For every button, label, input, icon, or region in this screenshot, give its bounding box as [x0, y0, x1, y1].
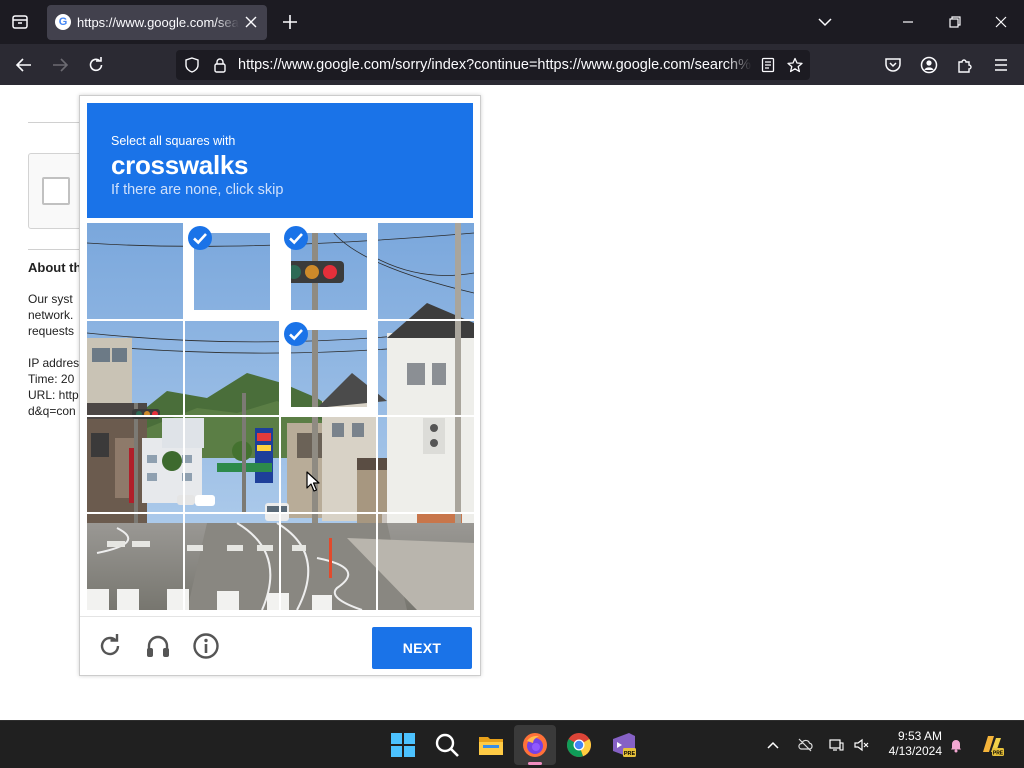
captcha-tile[interactable]	[184, 416, 281, 513]
windows-start-icon[interactable]	[389, 731, 417, 759]
captcha-tile[interactable]	[87, 320, 184, 417]
navigation-toolbar: https://www.google.com/sorry/index?conti…	[0, 44, 1024, 85]
search-icon[interactable]	[433, 731, 461, 759]
browser-tab-bar: G https://www.google.com/search	[0, 0, 1024, 44]
account-icon[interactable]	[919, 55, 939, 75]
captcha-tile[interactable]	[87, 513, 184, 610]
captcha-tile[interactable]	[377, 320, 474, 417]
captcha-footer: NEXT	[80, 616, 480, 676]
reader-view-icon[interactable]	[760, 57, 776, 73]
taskbar-active-indicator	[528, 762, 542, 765]
close-tab-icon[interactable]	[243, 14, 259, 30]
notification-bell-icon[interactable]	[948, 737, 964, 753]
captcha-target: crosswalks	[111, 150, 249, 180]
volume-muted-icon[interactable]	[853, 737, 869, 753]
address-bar[interactable]: https://www.google.com/sorry/index?conti…	[176, 50, 810, 80]
headphones-icon[interactable]	[144, 632, 172, 660]
info-line: IP addres	[28, 356, 80, 370]
pocket-icon[interactable]	[883, 55, 903, 75]
firefox-icon[interactable]	[521, 731, 549, 759]
close-window-icon[interactable]	[993, 14, 1009, 30]
paragraph-line: requests	[28, 324, 75, 338]
captcha-instruction: Select all squares with	[111, 134, 236, 148]
url-text[interactable]: https://www.google.com/sorry/index?conti…	[238, 57, 752, 73]
paragraph-line: Our syst	[28, 292, 73, 306]
chrome-icon[interactable]	[565, 731, 593, 759]
restore-icon[interactable]	[947, 14, 963, 30]
clock-date: 4/13/2024	[888, 744, 942, 758]
paragraph-line: network.	[28, 308, 74, 322]
captcha-tile[interactable]	[281, 416, 378, 513]
captcha-tile[interactable]	[87, 223, 184, 320]
info-icon[interactable]	[192, 632, 220, 660]
check-icon	[284, 322, 308, 346]
recaptcha-checkbox[interactable]	[42, 177, 70, 205]
new-tab-icon[interactable]	[280, 12, 300, 32]
onedrive-offline-icon[interactable]	[797, 737, 813, 753]
reload-icon[interactable]	[96, 632, 124, 660]
info-line[interactable]: URL: http	[28, 387, 79, 403]
clock-time: 9:53 AM	[897, 729, 942, 743]
next-button[interactable]: NEXT	[372, 627, 472, 669]
reload-page-icon[interactable]	[86, 55, 106, 75]
captcha-header: Select all squares with crosswalks If th…	[87, 103, 473, 218]
captcha-tile[interactable]	[184, 320, 281, 417]
tab-title: https://www.google.com/search	[77, 15, 239, 30]
about-heading: About th	[28, 260, 82, 275]
lock-icon[interactable]	[212, 57, 228, 73]
taskbar: PRE 9:53 AM 4/13/2024 PRE	[0, 720, 1024, 768]
minimize-icon[interactable]	[900, 14, 916, 30]
browser-tab[interactable]: G https://www.google.com/search	[47, 5, 267, 40]
captcha-tile[interactable]	[87, 416, 184, 513]
system-clock[interactable]: 9:53 AM 4/13/2024	[884, 729, 942, 759]
shield-icon[interactable]	[184, 57, 200, 73]
file-explorer-icon[interactable]	[477, 731, 505, 759]
check-icon	[188, 226, 212, 250]
captcha-tile[interactable]	[281, 513, 378, 610]
captcha-tile[interactable]	[377, 513, 474, 610]
svg-text:PRE: PRE	[993, 750, 1004, 756]
forward-icon[interactable]	[50, 55, 70, 75]
mouse-cursor-icon	[306, 471, 320, 492]
extensions-icon[interactable]	[955, 55, 975, 75]
info-line: d&q=con	[28, 404, 76, 418]
captcha-hint: If there are none, click skip	[111, 182, 284, 198]
captcha-tile[interactable]	[377, 416, 474, 513]
chevron-down-icon[interactable]	[817, 14, 833, 30]
captcha-challenge: Select all squares with crosswalks If th…	[79, 95, 481, 676]
menu-icon[interactable]	[991, 55, 1011, 75]
check-icon	[284, 226, 308, 250]
bookmark-star-icon[interactable]	[787, 57, 803, 73]
captcha-tile[interactable]	[184, 513, 281, 610]
svg-text:PRE: PRE	[624, 751, 636, 757]
back-icon[interactable]	[14, 55, 34, 75]
captcha-tile[interactable]	[377, 223, 474, 320]
copilot-preview-icon[interactable]: PRE	[979, 732, 1005, 758]
captcha-image-grid	[87, 223, 474, 610]
visual-studio-preview-icon[interactable]: PRE	[609, 731, 637, 759]
info-line: Time: 20	[28, 372, 75, 386]
google-g-icon: G	[55, 14, 71, 30]
chevron-up-icon[interactable]	[765, 737, 781, 753]
tab-list-icon[interactable]	[8, 10, 32, 34]
network-icon[interactable]	[828, 737, 844, 753]
